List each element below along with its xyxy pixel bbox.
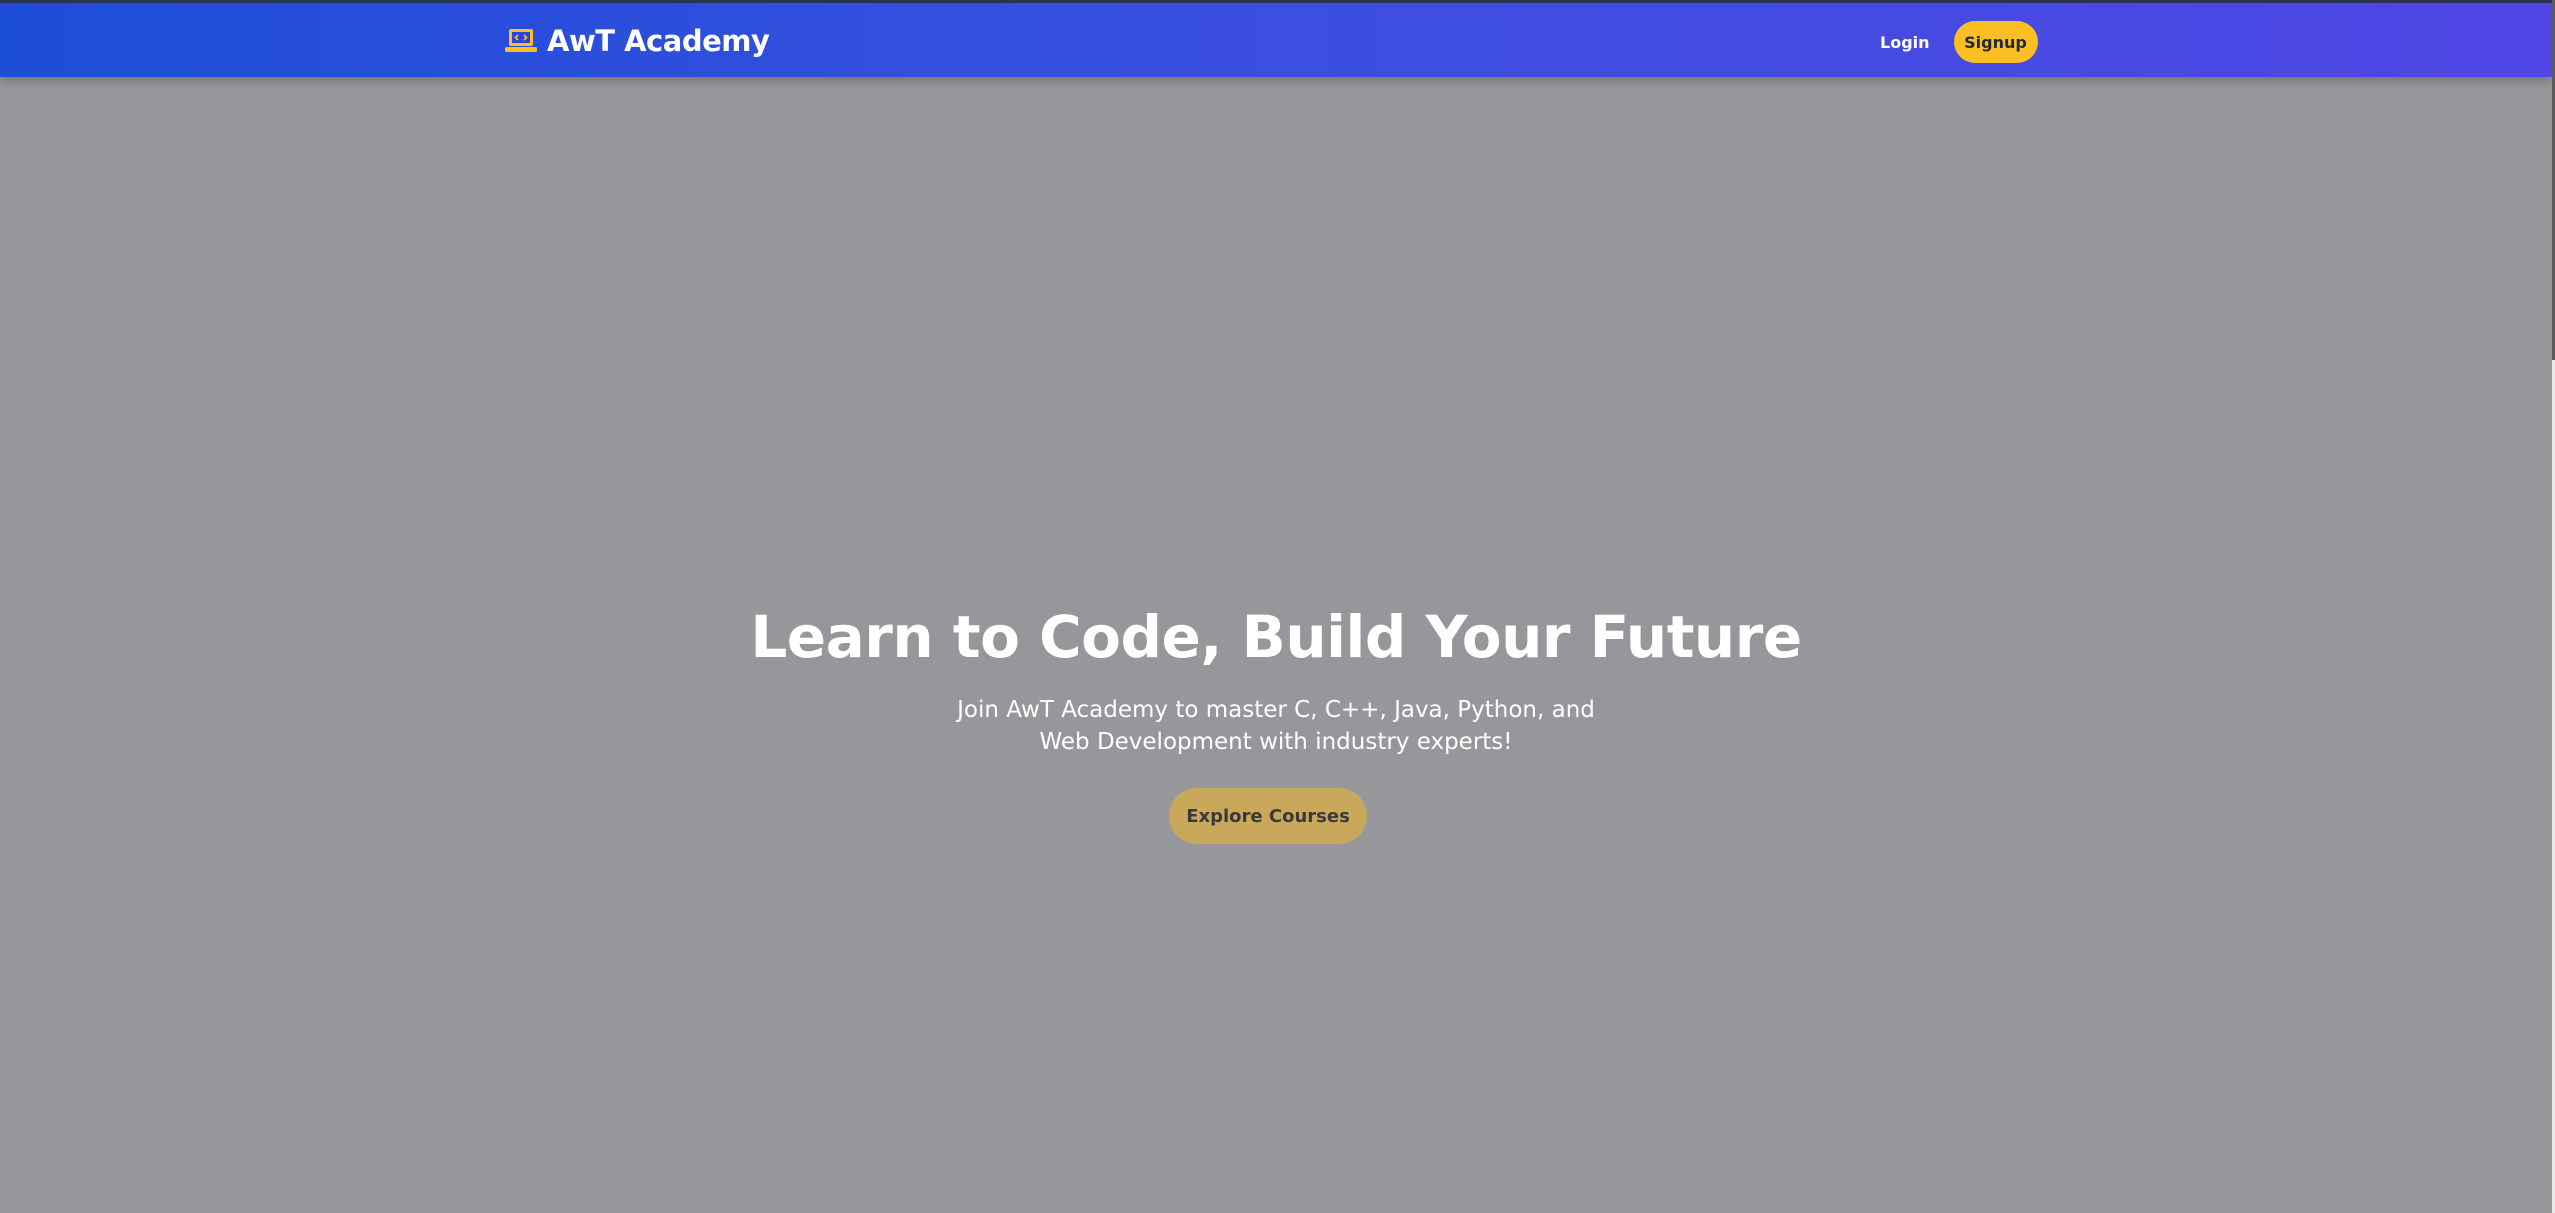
hero-title: Learn to Code, Build Your Future — [750, 603, 1802, 671]
laptop-code-icon — [505, 28, 537, 54]
hero-section: Learn to Code, Build Your Future Join Aw… — [0, 0, 2552, 1213]
brand-name: AwT Academy — [547, 24, 770, 58]
signup-button[interactable]: Signup — [1953, 21, 2038, 63]
explore-courses-button[interactable]: Explore Courses — [1169, 788, 1367, 844]
hero-subtitle: Join AwT Academy to master C, C++, Java,… — [957, 697, 1595, 755]
login-link[interactable]: Login — [1880, 33, 1930, 52]
brand-logo-link[interactable]: AwT Academy — [505, 21, 770, 61]
nav-actions: Login Signup — [1880, 20, 2038, 64]
navbar: AwT Academy Login Signup — [0, 0, 2552, 77]
